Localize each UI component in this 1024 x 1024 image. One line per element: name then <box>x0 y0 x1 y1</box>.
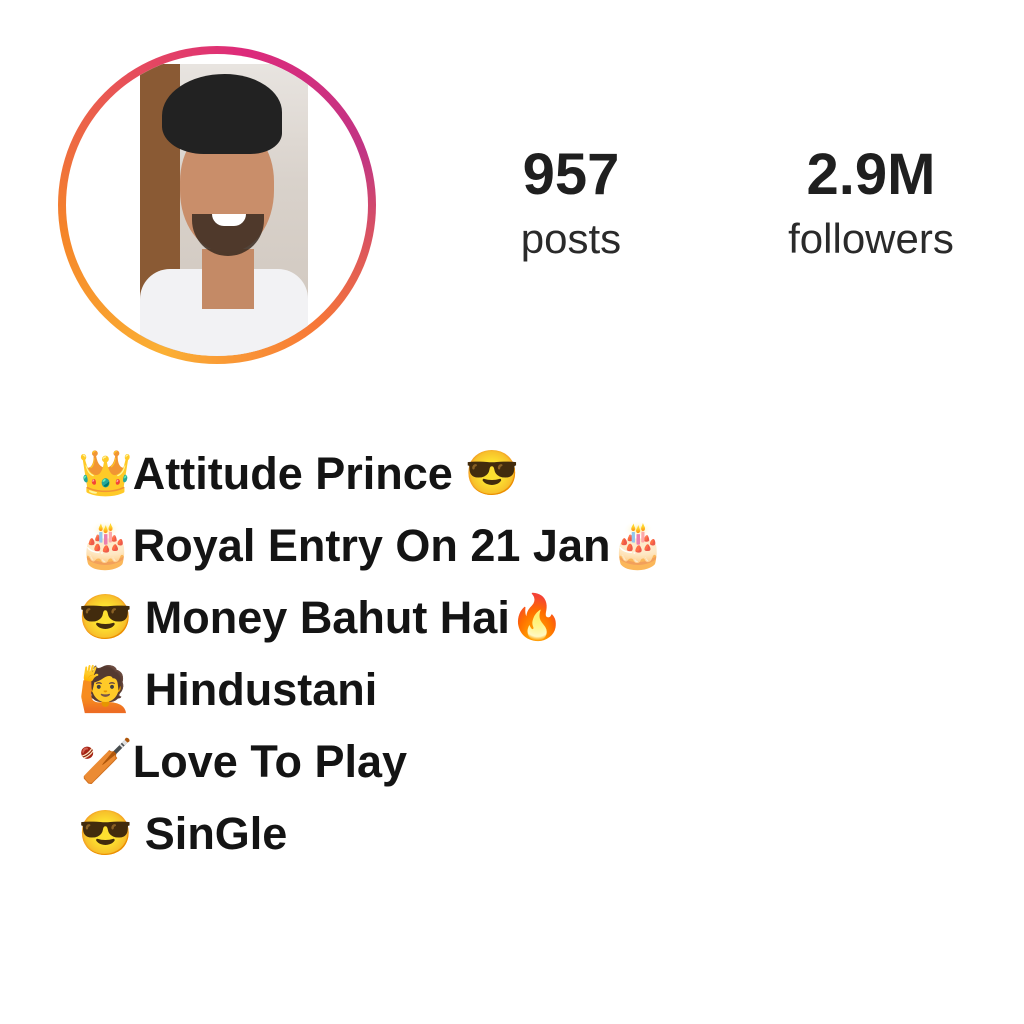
fire-icon: 🔥 <box>509 593 565 642</box>
bio-line: 🙋 Hindustani <box>78 654 978 726</box>
bio-line-text: Love To Play <box>132 736 408 787</box>
bio-line-text: Royal Entry On 21 Jan <box>132 520 611 571</box>
bio-line: 😎 SinGle <box>78 798 978 870</box>
posts-label: posts <box>520 215 622 262</box>
bio-line: 😎 Money Bahut Hai 🔥 <box>78 582 978 654</box>
crown-icon: 👑 <box>78 449 133 498</box>
sunglasses-face-icon: 😎 <box>78 809 133 858</box>
avatar-story-ring[interactable] <box>58 46 376 364</box>
posts-stat[interactable]: 957 posts <box>478 140 664 264</box>
followers-stat[interactable]: 2.9M followers <box>740 140 1002 264</box>
cricket-bat-icon: 🏏 <box>78 737 133 786</box>
bio-line-text: Attitude Prince <box>132 448 453 499</box>
bio: 👑 Attitude Prince 😎 🎂 Royal Entry On 21 … <box>78 438 978 870</box>
bio-line-text: Money Bahut Hai <box>144 592 510 643</box>
bio-line: 👑 Attitude Prince 😎 <box>78 438 978 510</box>
sunglasses-face-icon: 😎 <box>464 449 520 498</box>
birthday-cake-icon: 🎂 <box>610 521 666 570</box>
person-raising-hand-icon: 🙋 <box>78 665 133 714</box>
posts-count: 957 <box>522 142 620 207</box>
bio-line-text: Hindustani <box>144 664 378 715</box>
followers-count: 2.9M <box>806 142 936 207</box>
followers-label: followers <box>788 215 954 262</box>
avatar[interactable] <box>66 54 368 356</box>
bio-line: 🎂 Royal Entry On 21 Jan 🎂 <box>78 510 978 582</box>
profile-photo <box>140 64 308 356</box>
bio-line: 🏏 Love To Play <box>78 726 978 798</box>
sunglasses-face-icon: 😎 <box>78 593 133 642</box>
bio-line-text: SinGle <box>144 808 288 859</box>
birthday-cake-icon: 🎂 <box>78 521 133 570</box>
